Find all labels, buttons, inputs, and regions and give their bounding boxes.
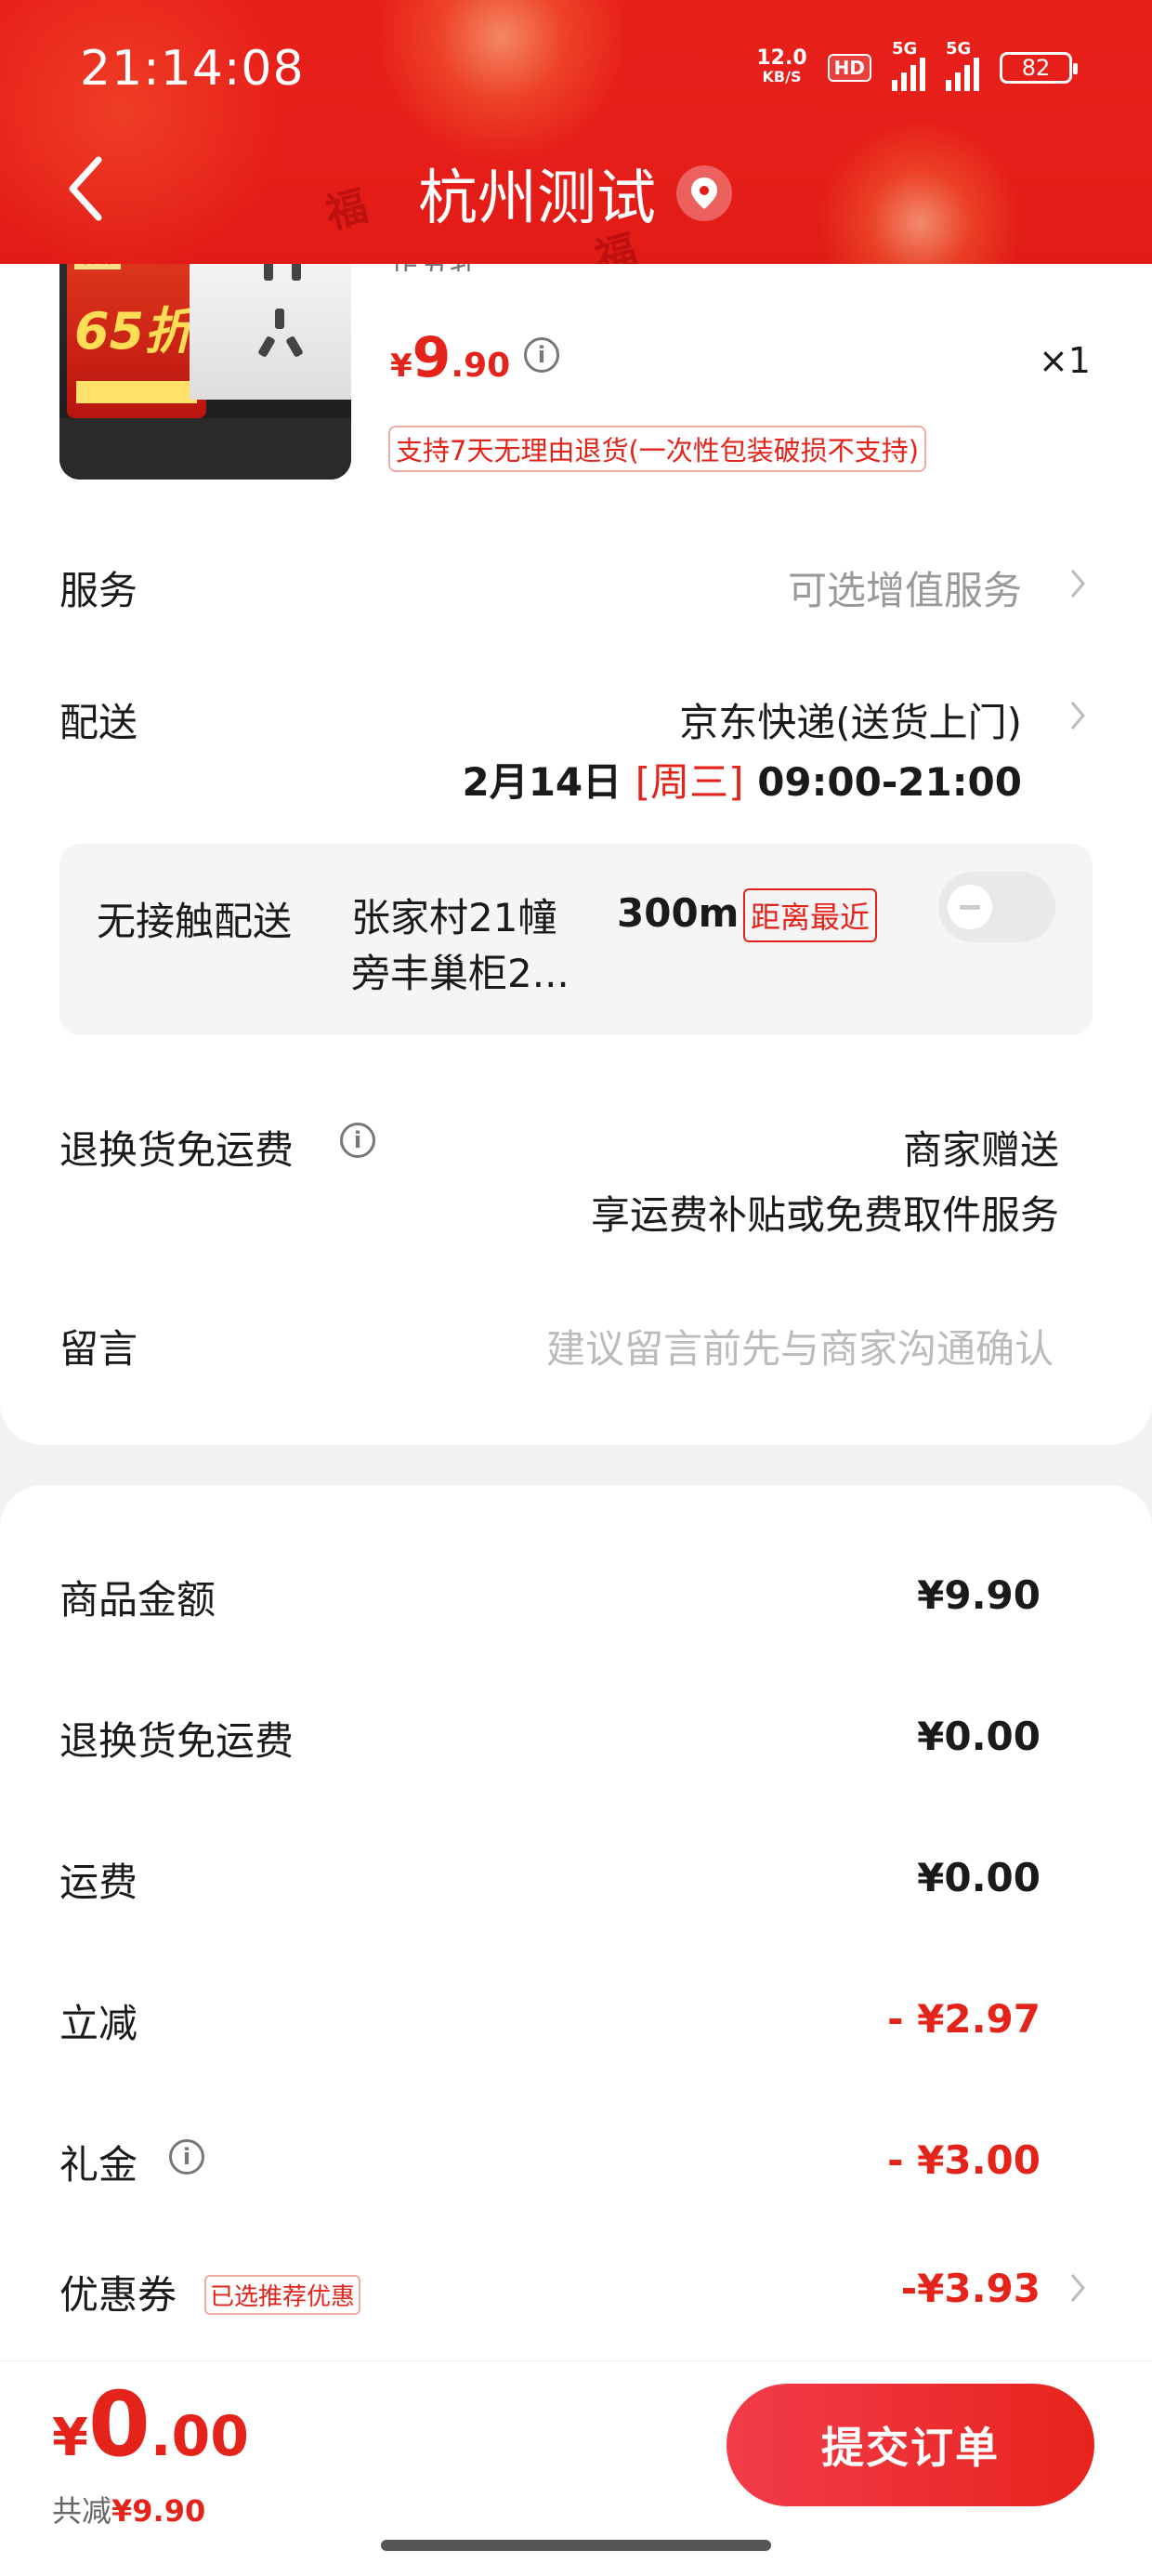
location-selector[interactable]: 杭州测试 — [418, 151, 732, 236]
page-title: 杭州测试 — [418, 164, 656, 233]
status-bar: 21:14:08 12.0 KB/S HD 5G 5G 82 — [0, 0, 1152, 139]
chevron-left-icon[interactable] — [58, 147, 113, 230]
message-input[interactable]: 建议留言前先与商家沟通确认 — [546, 1318, 1054, 1374]
delivery-method: 京东快递(送货上门) — [679, 700, 1022, 745]
total-saved: 共减¥9.90 — [52, 2493, 206, 2529]
info-icon[interactable]: i — [169, 2139, 204, 2175]
chevron-right-icon — [1070, 2274, 1085, 2302]
price-info-icon[interactable]: i — [524, 337, 559, 373]
message-label: 留言 — [59, 1326, 138, 1372]
signal-icon: 5G — [892, 39, 925, 91]
status-time: 21:14:08 — [80, 41, 305, 97]
header: 福 福 21:14:08 12.0 KB/S HD 5G 5G 82 杭州测试 — [0, 0, 1152, 264]
summary-label: 退换货免运费 — [59, 1718, 295, 1764]
contactless-delivery-box: 无接触配送 张家村21幢旁丰巢柜2... 300m 距离最近 — [59, 844, 1093, 1035]
order-detail-card: 年货节 65折 正五孔 ¥9.90 i ×1 支持7天无理由退货(一次性包装破损… — [0, 186, 1152, 1445]
chevron-right-icon — [1070, 570, 1085, 598]
product-image[interactable]: 年货节 65折 — [59, 242, 351, 480]
total-price: ¥0.00 — [52, 2372, 250, 2477]
return-shipping-value: 商家赠送 — [902, 1127, 1059, 1173]
discount-value: - ¥2.97 — [887, 1996, 1041, 2042]
hd-icon: HD — [827, 54, 871, 82]
socket-panel — [190, 242, 351, 400]
coupon-recommended-tag: 已选推荐优惠 — [204, 2275, 361, 2315]
battery-icon: 82 — [1000, 52, 1078, 84]
summary-label: 礼金 — [59, 2142, 138, 2188]
price-summary-card: 商品金额 ¥9.90 退换货免运费 ¥0.00 运费 ¥0.00 立减 - ¥2… — [0, 1485, 1152, 2424]
coupon-value: -¥3.93 — [900, 2266, 1041, 2311]
product-price: ¥9.90 — [390, 325, 511, 390]
service-value: 可选增值服务 — [787, 568, 1022, 613]
summary-value: ¥0.00 — [917, 1855, 1041, 1900]
summary-label: 商品金额 — [59, 1577, 216, 1623]
delivery-label: 配送 — [59, 700, 138, 745]
nav-bar: 杭州测试 — [0, 139, 1152, 264]
summary-value: ¥9.90 — [917, 1572, 1041, 1618]
submit-order-button[interactable]: 提交订单 — [727, 2384, 1094, 2506]
summary-label: 立减 — [59, 2001, 138, 2046]
pickup-address: 张家村21幢旁丰巢柜2... — [351, 895, 569, 996]
chevron-right-icon — [1070, 702, 1085, 729]
return-shipping-detail: 享运费补贴或免费取件服务 — [590, 1192, 1059, 1238]
home-indicator[interactable] — [381, 2540, 771, 2551]
gift-value: - ¥3.00 — [887, 2137, 1041, 2183]
nearest-tag: 距离最近 — [743, 888, 878, 942]
coupon-label: 优惠券 — [59, 2272, 177, 2318]
contactless-toggle[interactable] — [938, 872, 1055, 942]
status-icons: 12.0 KB/S HD 5G 5G 82 — [756, 39, 1078, 91]
summary-label: 运费 — [59, 1860, 138, 1905]
return-policy-tag: 支持7天无理由退货(一次性包装破损不支持) — [388, 426, 927, 472]
promo-poster: 年货节 65折 — [67, 242, 206, 418]
product-quantity: ×1 — [1038, 340, 1091, 381]
service-label: 服务 — [59, 568, 138, 613]
signal-icon: 5G — [946, 39, 979, 91]
return-shipping-label: 退换货免运费 — [59, 1127, 295, 1173]
toggle-knob — [948, 885, 992, 929]
info-icon[interactable]: i — [340, 1123, 375, 1158]
location-pin-icon — [676, 165, 732, 221]
summary-value: ¥0.00 — [917, 1714, 1041, 1759]
contactless-label: 无接触配送 — [97, 899, 293, 944]
network-speed: 12.0 KB/S — [756, 46, 807, 86]
delivery-time: 2月14日 [周三] 09:00-21:00 — [462, 759, 1022, 805]
pickup-distance: 300m — [617, 890, 740, 936]
